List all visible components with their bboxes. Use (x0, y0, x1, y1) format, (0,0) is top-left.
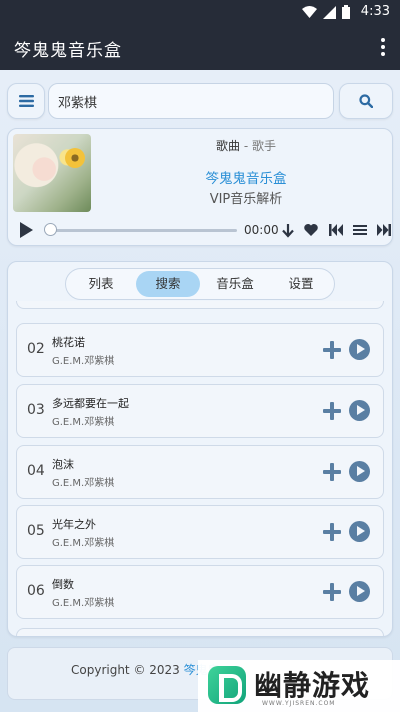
play-circle-icon[interactable] (349, 400, 370, 421)
add-icon[interactable] (322, 522, 342, 542)
song-name: 倒数 (52, 578, 74, 591)
heart-icon[interactable] (303, 222, 319, 238)
list-item-partial (16, 301, 384, 309)
tab-settings[interactable]: 设置 (270, 271, 332, 297)
progress-track[interactable] (50, 229, 237, 232)
add-icon[interactable] (322, 462, 342, 482)
skip-next-icon[interactable] (376, 222, 392, 238)
player-card: 歌曲 - 歌手 笒鬼鬼音乐盒 VIP音乐解析 00:00 (7, 128, 393, 246)
app-bar: 笒鬼鬼音乐盒 (0, 24, 400, 70)
song-artist: G.E.M.邓紫棋 (52, 356, 115, 367)
progress-knob[interactable] (44, 223, 57, 236)
play-circle-icon[interactable] (349, 339, 370, 360)
tab-music-box[interactable]: 音乐盒 (204, 271, 266, 297)
song-name: 桃花诺 (52, 336, 85, 349)
song-number: 03 (27, 402, 45, 418)
search-field[interactable] (48, 83, 334, 119)
watermark-url: WWW.YJISREN.COM (262, 700, 336, 707)
tab-bar: 列表 搜索 音乐盒 设置 (65, 268, 335, 300)
song-number: 05 (27, 523, 45, 539)
add-icon[interactable] (322, 401, 342, 421)
song-name: 泡沫 (52, 458, 74, 471)
list-item[interactable]: 04 泡沫 G.E.M.邓紫棋 (16, 445, 384, 499)
app-title: 笒鬼鬼音乐盒 (14, 41, 122, 61)
vip-subtitle: VIP音乐解析 (209, 192, 283, 207)
add-icon[interactable] (322, 340, 342, 360)
playlist-icon[interactable] (352, 222, 368, 238)
battery-icon (342, 5, 350, 19)
song-artist: 歌手 (252, 139, 277, 153)
more-vert-icon[interactable] (380, 38, 386, 56)
song-artist: G.E.M.邓紫棋 (52, 598, 115, 609)
song-name: 多远都要在一起 (52, 397, 129, 410)
system-icons (302, 5, 350, 19)
menu-button[interactable] (7, 83, 45, 119)
tab-list[interactable]: 列表 (70, 271, 132, 297)
wifi-icon (302, 6, 317, 18)
hamburger-menu-icon (18, 95, 34, 107)
song-name: 光年之外 (52, 518, 96, 531)
list-item[interactable]: 02 桃花诺 G.E.M.邓紫棋 (16, 323, 384, 377)
song-separator: - (243, 139, 249, 153)
download-icon[interactable] (280, 222, 296, 238)
play-circle-icon[interactable] (349, 461, 370, 482)
now-playing-info: 歌曲 - 歌手 (98, 137, 394, 154)
search-button[interactable] (339, 83, 393, 119)
play-circle-icon[interactable] (349, 581, 370, 602)
watermark-text: 幽静游戏 (254, 669, 371, 702)
signal-icon (323, 5, 336, 19)
song-number: 04 (27, 463, 45, 479)
song-artist: G.E.M.邓紫棋 (52, 538, 115, 549)
content-card: 列表 搜索 音乐盒 设置 02 桃花诺 G.E.M.邓紫棋 03 多远都要在一起… (7, 261, 393, 637)
play-icon[interactable] (20, 222, 33, 238)
song-number: 06 (27, 583, 45, 599)
tab-search[interactable]: 搜索 (136, 271, 200, 297)
box-name: 笒鬼鬼音乐盒 (205, 171, 287, 187)
song-number: 02 (27, 341, 45, 357)
add-icon[interactable] (322, 582, 342, 602)
watermark-logo-icon (208, 666, 246, 704)
song-artist: G.E.M.邓紫棋 (52, 478, 115, 489)
elapsed-time: 00:00 (244, 223, 279, 237)
copyright-label: Copyright © 2023 (71, 663, 180, 677)
search-input[interactable] (49, 84, 333, 118)
list-item[interactable]: 06 倒数 G.E.M.邓紫棋 (16, 565, 384, 619)
song-list[interactable]: 02 桃花诺 G.E.M.邓紫棋 03 多远都要在一起 G.E.M.邓紫棋 04… (16, 301, 386, 636)
album-cover (13, 134, 91, 212)
watermark: 幽静游戏 WWW.YJISREN.COM (198, 660, 400, 712)
song-title: 歌曲 (215, 139, 240, 153)
search-icon (359, 94, 373, 108)
play-circle-icon[interactable] (349, 521, 370, 542)
song-artist: G.E.M.邓紫棋 (52, 417, 115, 428)
list-item-partial (16, 628, 384, 636)
list-item[interactable]: 05 光年之外 G.E.M.邓紫棋 (16, 505, 384, 559)
player-controls: 00:00 (18, 220, 391, 240)
status-bar: 4:33 (0, 0, 400, 24)
list-item[interactable]: 03 多远都要在一起 G.E.M.邓紫棋 (16, 384, 384, 438)
skip-previous-icon[interactable] (328, 222, 344, 238)
status-time: 4:33 (360, 4, 390, 19)
